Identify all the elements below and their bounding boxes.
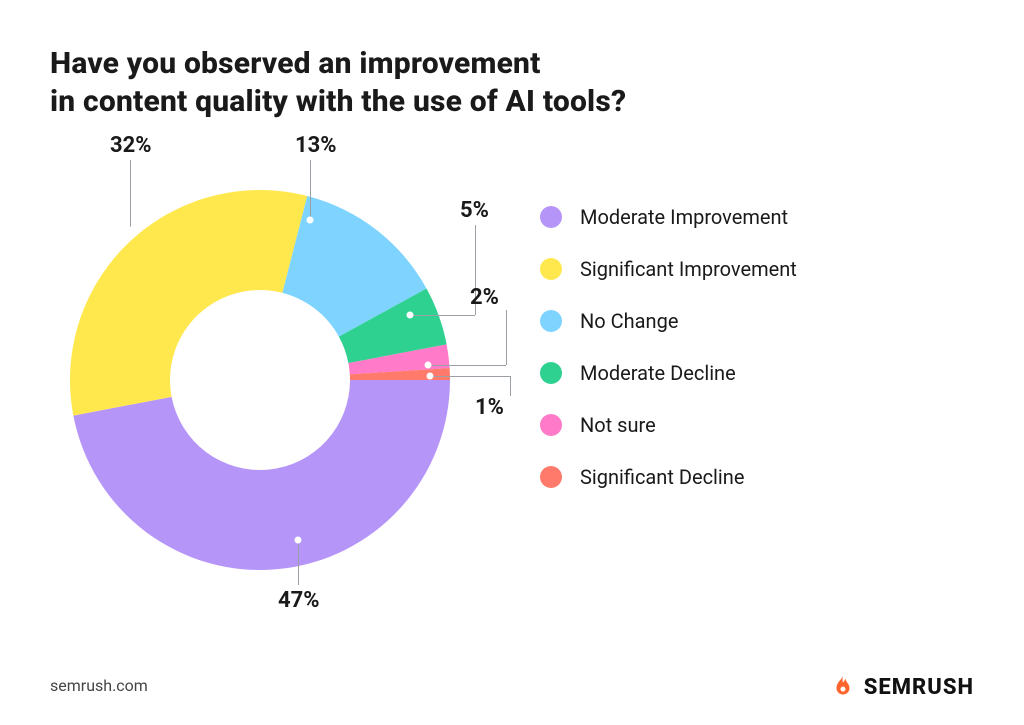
callout-no-change: 13% (295, 133, 337, 158)
leader-dot-no-change (307, 217, 314, 224)
legend-swatch (540, 258, 562, 280)
page: Have you observed an improvement in cont… (0, 0, 1024, 725)
legend-swatch (540, 362, 562, 384)
callout-moderate-improvement: 47% (278, 588, 320, 613)
leader-v-not-sure (506, 310, 507, 365)
donut-chart (60, 180, 460, 580)
legend-label: Moderate Decline (580, 361, 736, 385)
legend-item: Moderate Decline (540, 361, 797, 385)
legend-item: Moderate Improvement (540, 205, 797, 229)
legend-label: Significant Decline (580, 465, 744, 489)
legend-swatch (540, 310, 562, 332)
donut-slice (70, 190, 307, 416)
legend-label: No Change (580, 309, 678, 333)
footer-url: semrush.com (50, 676, 148, 695)
legend-item: Not sure (540, 413, 797, 437)
legend-swatch (540, 466, 562, 488)
callout-moderate-decline: 5% (460, 198, 489, 223)
brand-flame-icon (830, 674, 856, 700)
donut-slice (73, 380, 450, 570)
leader-dot-moderate-decline (407, 312, 414, 319)
callout-significant-improvement: 32% (110, 133, 152, 158)
chart-title-line2: in content quality with the use of AI to… (50, 83, 626, 121)
leader-significant-improvement (130, 160, 131, 230)
legend-item: No Change (540, 309, 797, 333)
legend-swatch (540, 206, 562, 228)
leader-moderate-improvement (298, 540, 299, 585)
callout-not-sure: 2% (470, 285, 499, 310)
legend-item: Significant Improvement (540, 257, 797, 281)
chart-title: Have you observed an improvement in cont… (50, 45, 626, 120)
callout-significant-decline: 1% (475, 395, 504, 420)
chart-title-line1: Have you observed an improvement (50, 45, 626, 83)
legend-label: Moderate Improvement (580, 205, 788, 229)
leader-dot-moderate-improvement (295, 537, 302, 544)
legend-swatch (540, 414, 562, 436)
legend-label: Not sure (580, 413, 656, 437)
leader-dot-significant-decline (427, 373, 434, 380)
leader-significant-decline (430, 376, 510, 377)
legend-label: Significant Improvement (580, 257, 797, 281)
leader-dot-not-sure (425, 362, 432, 369)
brand: SEMRUSH (830, 674, 974, 700)
leader-no-change (310, 160, 311, 220)
brand-name: SEMRUSH (864, 675, 974, 700)
leader-moderate-decline (410, 315, 475, 316)
leader-v-significant-decline (510, 376, 511, 396)
leader-dot-significant-improvement (127, 227, 134, 234)
legend-item: Significant Decline (540, 465, 797, 489)
legend: Moderate Improvement Significant Improvem… (540, 205, 797, 517)
chart-area: 47% 32% 13% 5% 2% 1% (50, 140, 520, 620)
leader-not-sure (428, 365, 506, 366)
